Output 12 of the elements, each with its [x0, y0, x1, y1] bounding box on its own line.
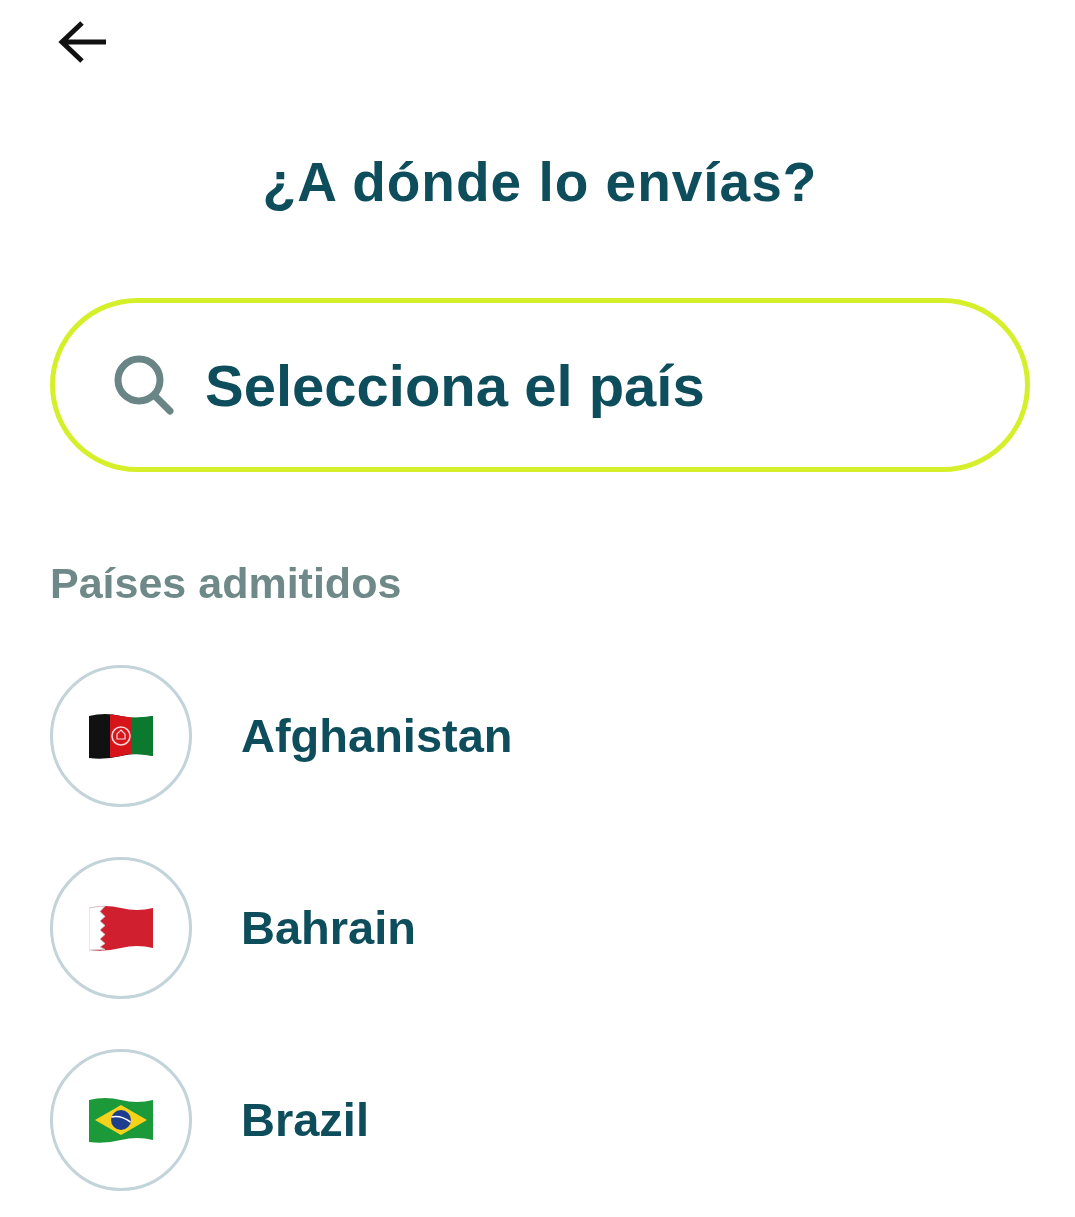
- country-name[interactable]: Afghanistan: [241, 709, 513, 763]
- back-arrow-icon: [58, 20, 108, 64]
- page-title: ¿A dónde lo envías?: [261, 150, 819, 214]
- country-name[interactable]: Bahrain: [241, 901, 416, 955]
- section-label: Países admitidos: [50, 559, 402, 607]
- search-icon: [113, 354, 175, 416]
- flag-icon: [89, 712, 153, 760]
- back-button[interactable]: [58, 20, 108, 64]
- search-field[interactable]: Selecciona el país: [50, 298, 1030, 472]
- flag-icon: [89, 904, 153, 952]
- flag-icon: [89, 1096, 153, 1144]
- country-name[interactable]: Brazil: [241, 1093, 369, 1147]
